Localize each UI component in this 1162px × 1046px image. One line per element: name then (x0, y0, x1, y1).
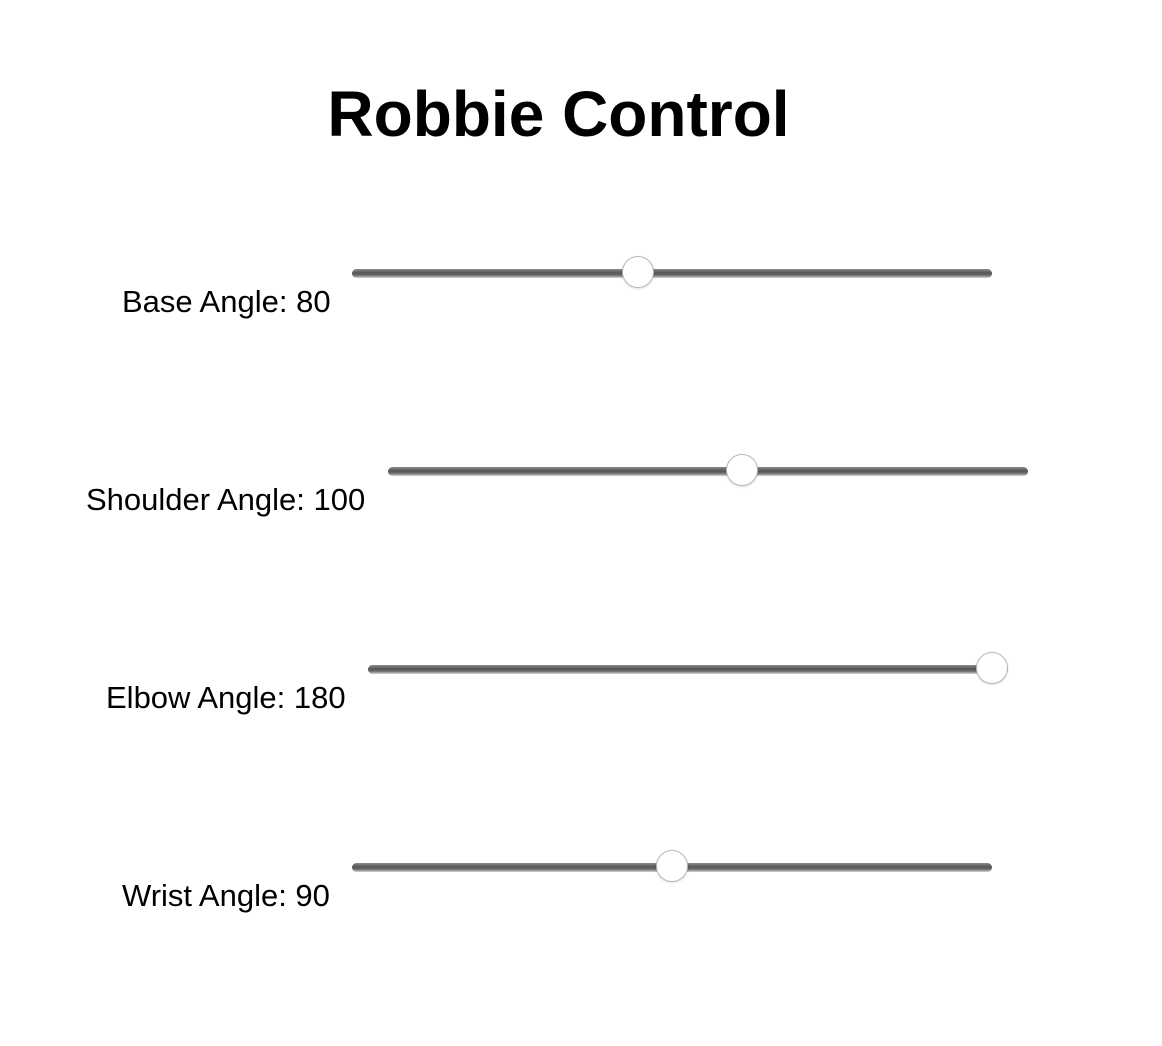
page-title: Robbie Control (327, 78, 790, 150)
shoulder-angle-slider[interactable] (388, 452, 1028, 492)
slider-track[interactable] (352, 269, 992, 278)
wrist-angle-label: Wrist Angle: 90 (122, 878, 330, 913)
slider-track[interactable] (388, 467, 1028, 476)
shoulder-angle-label: Shoulder Angle: 100 (86, 482, 366, 517)
elbow-angle-label: Elbow Angle: 180 (106, 680, 346, 715)
base-angle-label: Base Angle: 80 (122, 284, 331, 319)
slider-thumb[interactable] (725, 454, 758, 486)
wrist-angle-slider[interactable] (352, 848, 992, 888)
slider-track[interactable] (368, 665, 1008, 674)
slider-thumb[interactable] (656, 850, 688, 882)
elbow-angle-slider[interactable] (368, 650, 1008, 690)
slider-thumb[interactable] (622, 256, 655, 288)
base-angle-slider[interactable] (352, 254, 992, 294)
slider-thumb[interactable] (976, 652, 1008, 684)
